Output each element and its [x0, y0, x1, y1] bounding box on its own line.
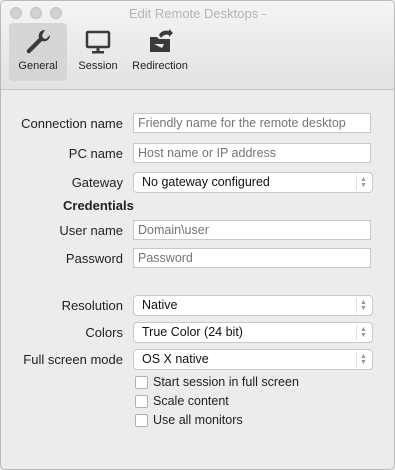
user-name-row: User name — [1, 220, 394, 242]
pc-name-input[interactable] — [133, 143, 371, 163]
chevron-updown-icon: ▲ ▼ — [356, 298, 370, 313]
user-name-label: User name — [59, 223, 123, 238]
full-screen-mode-value: OS X native — [142, 352, 209, 366]
scale-content-checkbox[interactable]: Scale content — [135, 393, 229, 409]
checkbox-box[interactable] — [135, 413, 148, 427]
credentials-heading: Credentials — [63, 198, 134, 213]
edit-remote-desktops-window: Edit Remote Desktops - General Session R… — [0, 0, 395, 470]
tab-general-label: General — [18, 60, 58, 72]
toolbar: General Session Redirection — [9, 23, 191, 81]
chevron-updown-icon: ▲ ▼ — [356, 175, 370, 190]
scale-content-label: Scale content — [153, 394, 229, 408]
window-title: Edit Remote Desktops - — [128, 6, 267, 21]
connection-name-label: Connection name — [21, 116, 123, 131]
colors-row: Colors True Color (24 bit) ▲ ▼ — [1, 322, 394, 344]
resolution-row: Resolution Native ▲ ▼ — [1, 295, 394, 317]
start-full-screen-label: Start session in full screen — [153, 375, 299, 389]
tab-redirection-label: Redirection — [132, 60, 188, 72]
folder-redirect-icon — [150, 29, 173, 52]
resolution-value: Native — [142, 298, 178, 312]
password-input[interactable] — [133, 248, 371, 268]
resolution-select[interactable]: Native ▲ ▼ — [133, 295, 373, 316]
colors-label: Colors — [85, 325, 123, 340]
pc-name-label: PC name — [68, 146, 123, 161]
chevron-updown-icon: ▲ ▼ — [356, 325, 370, 340]
full-screen-mode-select[interactable]: OS X native ▲ ▼ — [133, 349, 373, 370]
tab-redirection[interactable]: Redirection — [129, 23, 191, 81]
use-all-monitors-label: Use all monitors — [153, 413, 243, 427]
password-label: Password — [65, 251, 123, 266]
title-bar: Edit Remote Desktops - General Session R… — [1, 1, 394, 90]
start-full-screen-checkbox[interactable]: Start session in full screen — [135, 374, 299, 390]
connection-name-row: Connection name — [1, 113, 394, 135]
user-name-input[interactable] — [133, 220, 371, 240]
full-screen-mode-row: Full screen mode OS X native ▲ ▼ — [1, 349, 394, 371]
full-screen-mode-label: Full screen mode — [23, 352, 123, 367]
gateway-value: No gateway configured — [142, 175, 270, 189]
chevron-updown-icon: ▲ ▼ — [356, 352, 370, 367]
password-row: Password — [1, 248, 394, 270]
gateway-row: Gateway No gateway configured ▲ ▼ — [1, 172, 394, 194]
checkbox-box[interactable] — [135, 394, 148, 408]
monitor-icon — [85, 30, 111, 54]
tab-session[interactable]: Session — [69, 23, 127, 81]
resolution-label: Resolution — [61, 298, 123, 313]
use-all-monitors-checkbox[interactable]: Use all monitors — [135, 412, 243, 428]
tab-session-label: Session — [78, 60, 118, 72]
gateway-select[interactable]: No gateway configured ▲ ▼ — [133, 172, 373, 193]
pc-name-row: PC name — [1, 143, 394, 165]
checkbox-box[interactable] — [135, 375, 148, 389]
colors-select[interactable]: True Color (24 bit) ▲ ▼ — [133, 322, 373, 343]
gateway-label: Gateway — [71, 175, 123, 190]
wrench-icon — [26, 29, 51, 54]
connection-name-input[interactable] — [133, 113, 371, 133]
colors-value: True Color (24 bit) — [142, 325, 243, 339]
tab-general[interactable]: General — [9, 23, 67, 81]
